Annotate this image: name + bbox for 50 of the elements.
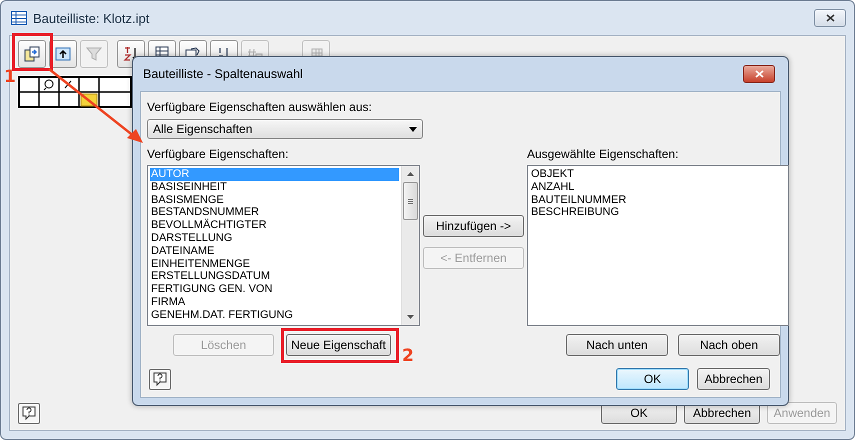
list-item[interactable]: FERTIGUNG GEN. VON xyxy=(150,283,399,296)
list-item[interactable]: BESTANDSNUMMER xyxy=(150,206,399,220)
list-item[interactable]: FIRMA xyxy=(150,296,399,309)
list-item[interactable]: DATEINAME xyxy=(150,244,399,258)
help-icon xyxy=(22,406,36,420)
dialog-title: Bauteilliste - Spaltenauswahl xyxy=(143,67,303,81)
list-item[interactable]: BASISMENGE xyxy=(150,194,399,206)
close-icon xyxy=(754,70,764,78)
list-item[interactable]: BEVOLLMÄCHTIGTER xyxy=(150,219,399,232)
dialog-button[interactable]: Nach oben xyxy=(678,334,780,356)
filter-icon xyxy=(86,46,102,62)
dialog-button[interactable]: Nach unten xyxy=(566,334,668,356)
close-button[interactable] xyxy=(743,65,775,83)
columns-icon xyxy=(24,46,40,62)
table-export-icon xyxy=(55,46,71,62)
scrollbar[interactable] xyxy=(401,166,419,325)
dropdown[interactable]: Alle Eigenschaften xyxy=(147,119,423,139)
list-label: Ausgewählte Eigenschaften: xyxy=(527,147,680,161)
list-item[interactable]: ANZAHL xyxy=(530,180,786,194)
list-box[interactable]: OBJEKT ANZAHL BAUTEILNUMMER BESCHREIBUNG xyxy=(527,165,789,326)
step-number: 1 xyxy=(4,67,16,87)
scroll-up-icon xyxy=(407,172,414,176)
close-icon xyxy=(826,14,834,22)
highlight-frame xyxy=(12,33,53,71)
dialog-button[interactable]: Hinzufügen -> xyxy=(423,215,524,237)
help-button[interactable] xyxy=(18,402,40,424)
list-item[interactable]: GENEHM.DAT. FERTIGUNG xyxy=(150,308,399,322)
list-box[interactable]: AUTOR BASISEINHEIT BASISMENGE BESTANDSNUMMER BEVOLLMÄCHTIGTER DARSTELLUNG DATEINAME EINHEITENMENGE ERSTELLUNGSDATUM FERTIGUNG GEN. VON FIRMA GENEHM.DAT. FERTIGUNG xyxy=(147,165,420,326)
field-label: Verfügbare Eigenschaften auswählen aus: xyxy=(147,100,373,114)
dialog-button[interactable]: Neue Eigenschaft xyxy=(286,334,391,356)
help-button[interactable] xyxy=(149,368,171,390)
close-button[interactable] xyxy=(814,9,846,27)
caret-icon xyxy=(409,126,417,132)
list-label: Verfügbare Eigenschaften: xyxy=(147,147,290,161)
window-title: Bauteilliste: Klotz.ipt xyxy=(33,10,150,26)
list-item[interactable]: DARSTELLUNG xyxy=(150,232,399,245)
toolbar-button[interactable] xyxy=(18,40,46,68)
list-item[interactable]: BAUTEILNUMMER xyxy=(530,194,786,206)
step-number: 2 xyxy=(402,346,414,366)
list-item[interactable]: ERSTELLUNGSDATUM xyxy=(150,270,399,284)
help-icon xyxy=(153,372,167,386)
list-item[interactable]: EINHEITENMENGE xyxy=(150,258,399,270)
dialog-button[interactable]: Abbrechen xyxy=(697,368,770,390)
scroll-down-icon xyxy=(407,315,414,319)
list-item[interactable]: OBJEKT xyxy=(530,168,786,181)
list-item[interactable]: BESCHREIBUNG xyxy=(530,206,786,220)
list-item[interactable]: BASISEINHEIT xyxy=(150,180,399,194)
table-icon xyxy=(11,11,27,25)
scroll-thumb[interactable] xyxy=(403,182,418,220)
dialog-button[interactable]: OK xyxy=(616,368,689,390)
